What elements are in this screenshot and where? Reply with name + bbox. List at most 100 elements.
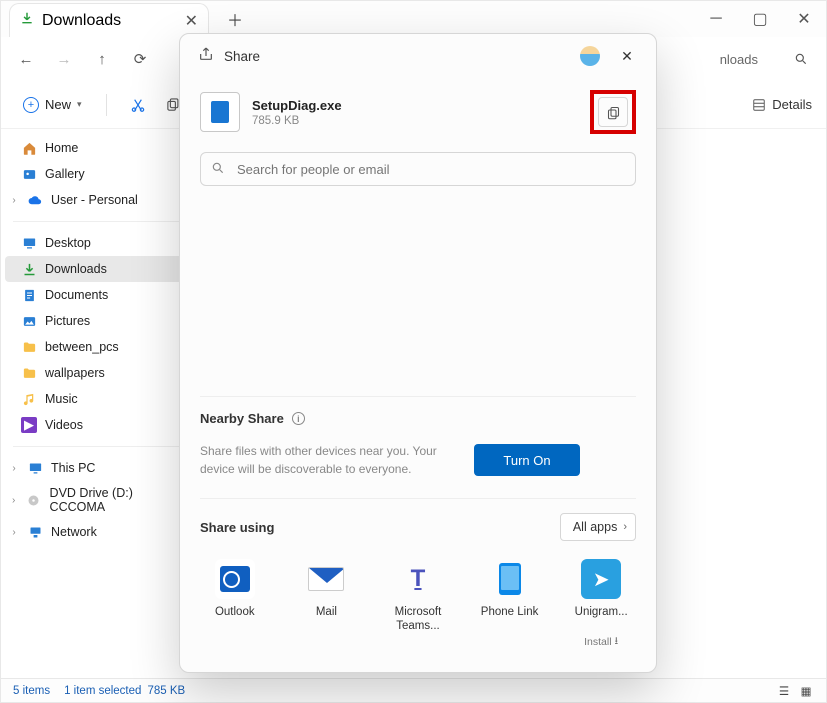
sidebar-label: User - Personal [51, 193, 138, 207]
chevron-right-icon[interactable]: › [9, 495, 18, 506]
plus-icon: + [23, 97, 39, 113]
close-dialog-button[interactable]: ✕ [612, 41, 642, 71]
sidebar-item-network[interactable]: › Network [5, 519, 192, 545]
status-bar: 5 items 1 item selected 785 KB ☰ ▦ [1, 678, 826, 702]
install-label: Install ⭳ [584, 633, 618, 651]
share-app-phone-link[interactable]: Phone Link [475, 559, 545, 651]
sidebar-label: Home [45, 141, 78, 155]
sidebar-item-dvd-drive[interactable]: › DVD Drive (D:) CCCOMA [5, 481, 192, 519]
share-app-teams[interactable]: Ṯ Microsoft Teams... [383, 559, 453, 651]
share-search-row [180, 146, 656, 196]
share-search-box[interactable] [200, 152, 636, 186]
share-app-unigram[interactable]: ➤ Unigram... Install ⭳ [566, 559, 636, 651]
dvd-icon [26, 492, 41, 508]
share-file-info: SetupDiag.exe 785.9 KB [180, 78, 656, 146]
up-button[interactable]: ↑ [87, 44, 117, 74]
share-search-input[interactable] [235, 161, 625, 178]
view-grid-button[interactable]: ▦ [798, 684, 814, 698]
nearby-share-section: Nearby Share i Share files with other de… [200, 396, 636, 492]
view-list-button[interactable]: ☰ [776, 684, 792, 698]
forward-button[interactable]: → [49, 44, 79, 74]
sidebar-item-this-pc[interactable]: › This PC [5, 455, 192, 481]
file-size: 785.9 KB [252, 115, 342, 127]
share-app-mail[interactable]: Mail [292, 559, 362, 651]
all-apps-button[interactable]: All apps › [560, 513, 636, 541]
sidebar-item-between-pcs[interactable]: between_pcs [5, 334, 192, 360]
tab-downloads[interactable]: Downloads ✕ [9, 3, 209, 37]
sidebar-label: between_pcs [45, 340, 119, 354]
new-button[interactable]: + New ▾ [15, 90, 90, 120]
app-label: Microsoft Teams... [383, 605, 453, 634]
sidebar-label: Documents [45, 288, 108, 302]
sidebar-item-home[interactable]: Home [5, 135, 192, 161]
sidebar-item-user-personal[interactable]: › User - Personal [5, 187, 192, 213]
sidebar-item-downloads[interactable]: Downloads [5, 256, 192, 282]
app-label: Phone Link [481, 605, 539, 633]
sidebar-item-gallery[interactable]: Gallery [5, 161, 192, 187]
close-window-button[interactable]: ✕ [782, 1, 826, 37]
pictures-icon [21, 313, 37, 329]
share-using-section: Share using All apps › Outlook Mail Ṯ Mi… [200, 498, 636, 665]
details-button[interactable]: Details [752, 97, 812, 112]
network-icon [27, 524, 43, 540]
share-header: Share ✕ [180, 34, 656, 78]
pc-icon [27, 460, 43, 476]
sidebar-label: Videos [45, 418, 83, 432]
copy-button[interactable] [598, 97, 628, 127]
turn-on-button[interactable]: Turn On [474, 444, 580, 476]
refresh-button[interactable]: ⟳ [125, 44, 155, 74]
user-avatar[interactable] [580, 46, 600, 66]
details-label: Details [772, 97, 812, 112]
status-item-count: 5 items [13, 685, 50, 697]
search-icon[interactable] [786, 52, 816, 66]
info-icon[interactable]: i [292, 412, 305, 425]
sidebar-item-music[interactable]: Music [5, 386, 192, 412]
tab-title: Downloads [42, 12, 121, 30]
sidebar-item-desktop[interactable]: Desktop [5, 230, 192, 256]
sidebar-label: Downloads [45, 262, 107, 276]
sidebar-item-videos[interactable]: ▶ Videos [5, 412, 192, 438]
sidebar-label: DVD Drive (D:) CCCOMA [50, 486, 184, 514]
home-icon [21, 140, 37, 156]
close-tab-icon[interactable]: ✕ [185, 11, 198, 31]
titlebar: Downloads ✕ ＋ ─ ▢ ✕ [1, 1, 826, 37]
file-icon [200, 92, 240, 132]
phone-link-icon [490, 559, 530, 599]
app-label: Mail [316, 605, 337, 633]
chevron-right-icon[interactable]: › [9, 195, 19, 206]
sidebar-label: Desktop [45, 236, 91, 250]
download-icon: ⭳ [615, 633, 619, 651]
window-controls: ─ ▢ ✕ [694, 1, 826, 37]
sidebar-label: wallpapers [45, 366, 105, 380]
sidebar: Home Gallery › User - Personal D [1, 129, 196, 680]
mail-icon [306, 559, 346, 599]
music-icon [21, 391, 37, 407]
minimize-button[interactable]: ─ [694, 1, 738, 37]
back-button[interactable]: ← [11, 44, 41, 74]
all-apps-label: All apps [573, 520, 617, 534]
status-selected-count: 1 item selected [64, 685, 141, 697]
unigram-icon: ➤ [581, 559, 621, 599]
cloud-icon [27, 192, 43, 208]
divider [13, 446, 184, 447]
sidebar-item-wallpapers[interactable]: wallpapers [5, 360, 192, 386]
share-icon [198, 46, 214, 66]
outlook-icon [215, 559, 255, 599]
copy-button-highlight [590, 90, 636, 134]
status-selected-size: 785 KB [147, 685, 185, 697]
gallery-icon [21, 166, 37, 182]
download-icon [21, 261, 37, 277]
sidebar-item-pictures[interactable]: Pictures [5, 308, 192, 334]
sidebar-label: Network [51, 525, 97, 539]
desktop-icon [21, 235, 37, 251]
maximize-button[interactable]: ▢ [738, 1, 782, 37]
cut-button[interactable] [123, 90, 153, 120]
chevron-right-icon[interactable]: › [9, 463, 19, 474]
new-tab-button[interactable]: ＋ [227, 7, 243, 31]
divider [13, 221, 184, 222]
nearby-share-description: Share files with other devices near you.… [200, 442, 460, 478]
sidebar-label: This PC [51, 461, 95, 475]
sidebar-item-documents[interactable]: Documents [5, 282, 192, 308]
share-app-outlook[interactable]: Outlook [200, 559, 270, 651]
chevron-right-icon[interactable]: › [9, 527, 19, 538]
